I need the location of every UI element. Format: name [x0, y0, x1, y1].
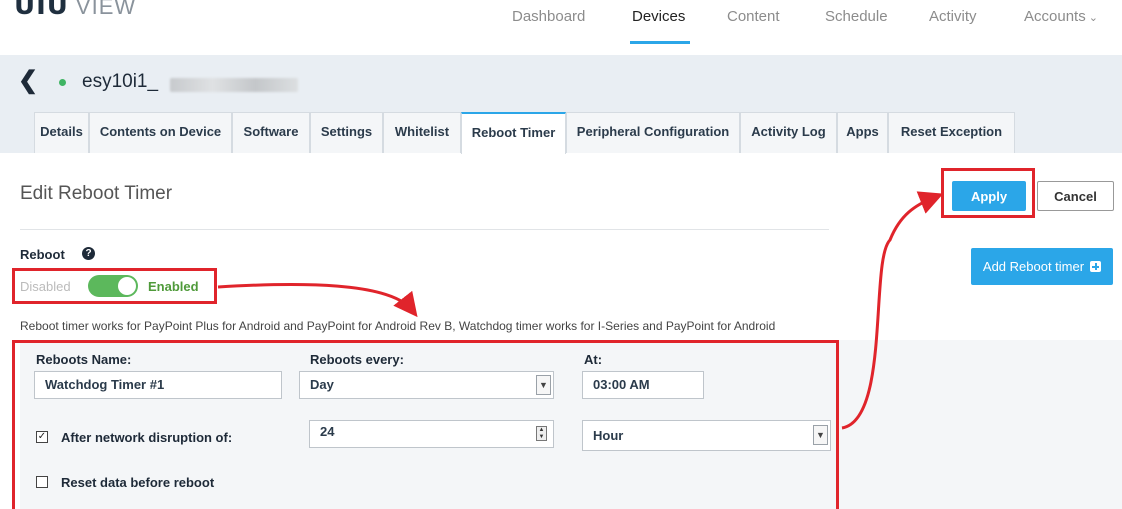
plus-square-icon: [1090, 261, 1102, 272]
device-status-dot: [59, 79, 66, 86]
tab-whitelist[interactable]: Whitelist: [383, 112, 461, 153]
logo-main-text: UIU: [14, 0, 69, 21]
chevron-down-icon: ⌄: [1088, 12, 1098, 24]
form-highlight-box: [12, 340, 839, 509]
top-navigation-bar: UIU VIEW Dashboard Devices Content Sched…: [0, 0, 1122, 46]
nav-item-accounts-label: Accounts: [1024, 8, 1086, 25]
logo-sub-text: VIEW: [75, 0, 137, 19]
device-header: ❮ esy10i1_ Details Contents on Device So…: [0, 55, 1122, 154]
tab-reset-exception[interactable]: Reset Exception: [888, 112, 1015, 153]
nav-item-content[interactable]: Content: [727, 8, 780, 25]
redacted-device-id: [170, 78, 298, 92]
tab-contents-on-device[interactable]: Contents on Device: [89, 112, 232, 153]
tab-apps[interactable]: Apps: [837, 112, 888, 153]
tab-settings[interactable]: Settings: [310, 112, 383, 153]
tab-software[interactable]: Software: [232, 112, 310, 153]
tab-details[interactable]: Details: [34, 112, 89, 153]
tab-activity-log[interactable]: Activity Log: [740, 112, 837, 153]
arrow-toggle-to-form: [217, 283, 418, 318]
add-reboot-timer-button[interactable]: Add Reboot timer: [971, 248, 1113, 285]
nav-item-accounts[interactable]: Accounts ⌄: [1024, 8, 1098, 25]
tab-peripheral-configuration[interactable]: Peripheral Configuration: [566, 112, 740, 153]
reboot-section-label: Reboot: [20, 247, 65, 262]
nav-item-dashboard[interactable]: Dashboard: [512, 8, 585, 25]
nav-active-indicator: [630, 41, 690, 44]
title-divider: [20, 229, 829, 230]
toggle-highlight-box: [12, 268, 217, 304]
app-logo[interactable]: UIU VIEW: [14, 0, 136, 21]
add-reboot-timer-label: Add Reboot timer: [982, 259, 1085, 274]
cancel-button[interactable]: Cancel: [1037, 181, 1114, 211]
page-title: Edit Reboot Timer: [20, 183, 173, 204]
apply-highlight-box: [941, 168, 1035, 218]
reboot-info-text: Reboot timer works for PayPoint Plus for…: [20, 319, 776, 333]
question-circle-icon[interactable]: ?: [82, 247, 95, 260]
tab-reboot-timer[interactable]: Reboot Timer: [461, 112, 566, 154]
nav-item-devices[interactable]: Devices: [632, 8, 685, 25]
back-arrow-icon[interactable]: ❮: [18, 69, 38, 93]
nav-item-activity[interactable]: Activity: [929, 8, 977, 25]
device-name: esy10i1_: [82, 71, 159, 92]
nav-item-schedule[interactable]: Schedule: [825, 8, 888, 25]
